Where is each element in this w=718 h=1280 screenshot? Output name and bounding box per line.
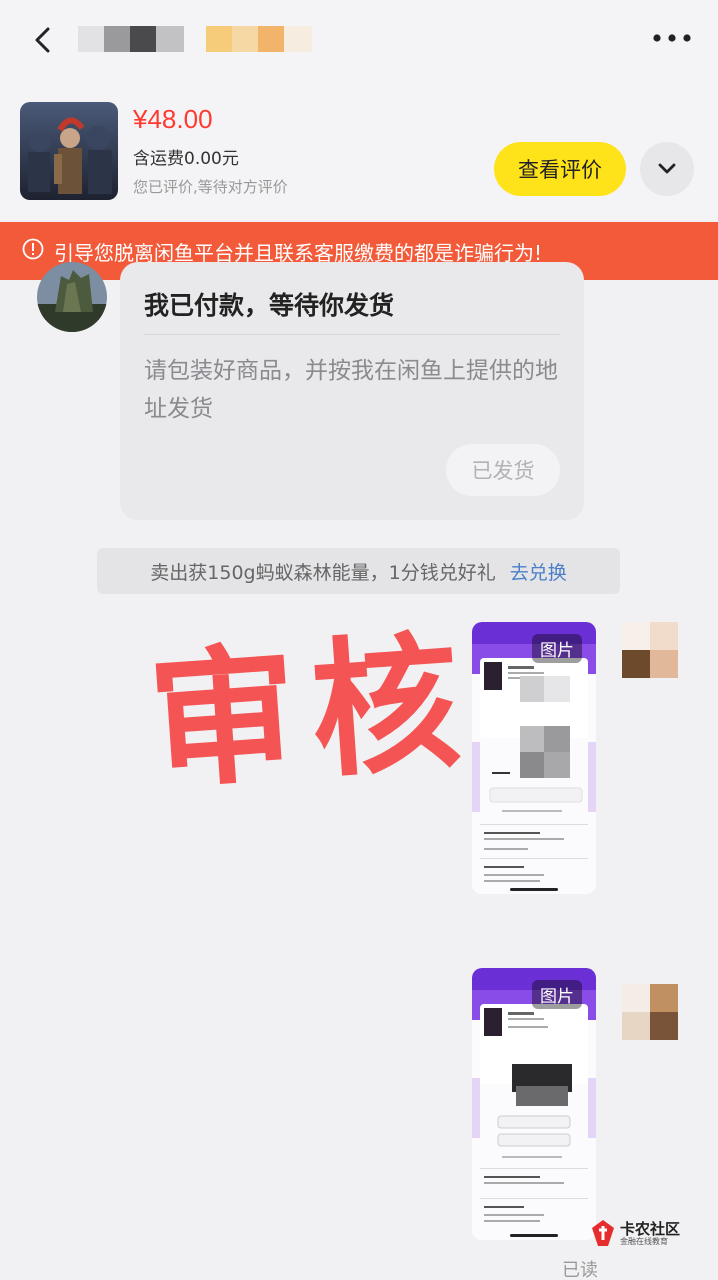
read-status: 已读	[562, 1260, 598, 1280]
divider	[144, 334, 560, 335]
image-tag: 图片	[532, 980, 582, 1009]
review-status: 您已评价,等待对方评价	[133, 178, 288, 196]
redeem-link[interactable]: 去兑换	[510, 558, 567, 585]
top-nav	[0, 0, 718, 88]
product-price: ¥48.00	[133, 104, 213, 134]
censored-badge	[206, 26, 312, 52]
censored-username	[78, 26, 184, 52]
payment-message-card: 我已付款，等待你发货 请包装好商品，并按我在闲鱼上提供的地址发货 已发货	[120, 262, 584, 520]
view-review-button[interactable]: 查看评价	[494, 142, 626, 196]
warning-icon	[22, 238, 44, 265]
review-stamp-watermark: 审核	[143, 615, 480, 810]
image-message[interactable]: 图片	[472, 968, 596, 1240]
promo-text: 卖出获150g蚂蚁森林能量，1分钱兑好礼	[150, 561, 496, 584]
more-icon[interactable]	[652, 28, 692, 48]
message-title: 我已付款，等待你发货	[144, 291, 395, 320]
logo-subtitle: 金融在线教育	[620, 1237, 668, 1246]
shipping-fee: 含运费0.00元	[133, 149, 239, 169]
product-thumbnail[interactable]	[20, 102, 118, 200]
message-description: 请包装好商品，并按我在闲鱼上提供的地址发货	[144, 358, 558, 422]
image-tag: 图片	[532, 634, 582, 663]
avatar[interactable]	[37, 262, 107, 332]
product-card[interactable]: ¥48.00 含运费0.00元 您已评价,等待对方评价 查看评价	[0, 88, 718, 220]
site-logo-watermark: 卡农社区 金融在线教育	[590, 1218, 710, 1250]
shipped-button[interactable]: 已发货	[446, 444, 560, 496]
back-icon[interactable]	[26, 22, 62, 58]
avatar[interactable]	[622, 984, 678, 1040]
avatar[interactable]	[622, 622, 678, 678]
chevron-down-icon[interactable]	[640, 142, 694, 196]
